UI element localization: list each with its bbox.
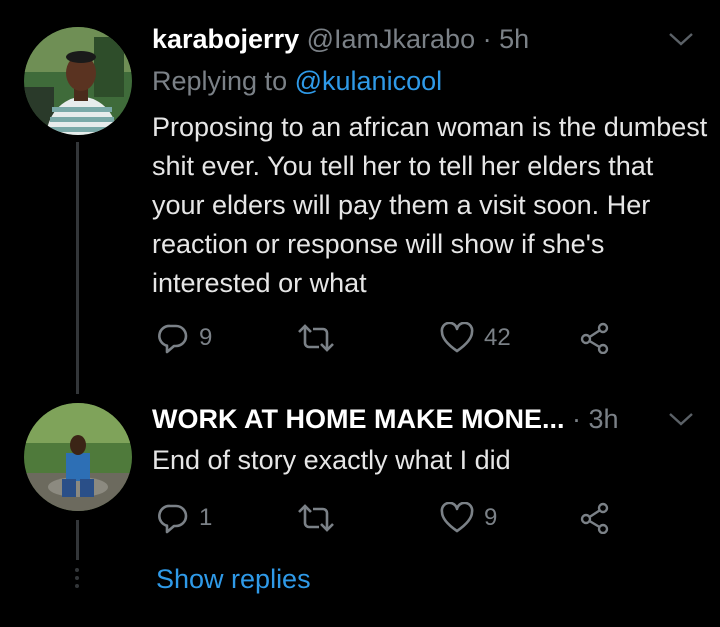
retweet-icon	[298, 504, 334, 532]
replying-to: Replying to @kulanicool	[152, 64, 442, 98]
reply-count: 9	[199, 324, 213, 351]
reply-icon	[158, 324, 188, 354]
retweet-icon	[298, 324, 334, 352]
reply-icon	[158, 504, 188, 534]
avatar-image	[24, 27, 132, 135]
share-button[interactable]	[579, 322, 611, 354]
avatar-image	[24, 403, 132, 511]
reply-button[interactable]: 1	[157, 502, 212, 534]
separator-dot: ·	[475, 24, 500, 54]
thread-dots	[75, 568, 79, 592]
tweet-header: WORK AT HOME MAKE MONE... · 3h	[152, 402, 619, 436]
like-count: 42	[484, 324, 511, 351]
share-icon	[580, 502, 609, 534]
timestamp[interactable]: 5h	[499, 24, 529, 54]
replying-to-link[interactable]: @kulanicool	[295, 66, 443, 96]
reply-button[interactable]: 9	[157, 322, 212, 354]
chevron-down-icon[interactable]	[666, 30, 696, 50]
tweet-text: Proposing to an african woman is the dum…	[152, 112, 708, 298]
display-name[interactable]: WORK AT HOME MAKE MONE...	[152, 404, 564, 434]
replying-to-label: Replying to	[152, 66, 288, 96]
like-button[interactable]: 9	[440, 502, 497, 534]
tweet-text: End of story exactly what I did	[152, 445, 511, 475]
display-name[interactable]: karabojerry	[152, 24, 299, 54]
like-button[interactable]: 42	[440, 322, 511, 354]
chevron-down-icon[interactable]	[666, 410, 696, 430]
thread-line	[76, 520, 79, 560]
show-replies-link[interactable]: Show replies	[156, 562, 311, 596]
share-button[interactable]	[579, 502, 611, 534]
handle[interactable]: @IamJkarabo	[307, 24, 475, 54]
like-count: 9	[484, 504, 498, 531]
separator-dot: ·	[572, 404, 589, 434]
tweet-header: karabojerry @IamJkarabo · 5h	[152, 22, 529, 56]
timestamp[interactable]: 3h	[589, 404, 619, 434]
share-icon	[580, 322, 609, 354]
like-icon	[440, 322, 474, 353]
avatar-work-at-home[interactable]	[24, 403, 132, 511]
avatar-karabojerry[interactable]	[24, 27, 132, 135]
like-icon	[440, 502, 474, 533]
thread-line	[76, 142, 79, 394]
retweet-button[interactable]	[296, 502, 336, 534]
reply-count: 1	[199, 504, 213, 531]
retweet-button[interactable]	[296, 322, 336, 354]
